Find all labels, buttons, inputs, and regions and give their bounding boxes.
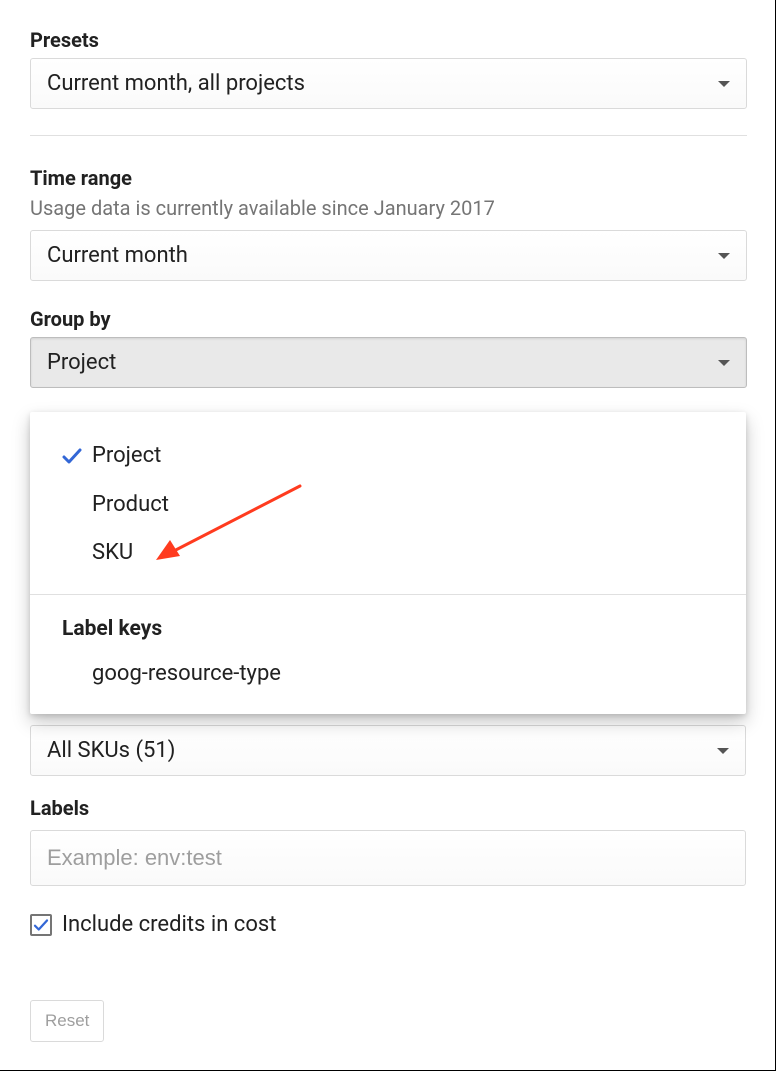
- skus-select[interactable]: All SKUs (51): [30, 725, 746, 776]
- label-keys-header: Label keys: [30, 607, 746, 651]
- group-by-option-project[interactable]: Project: [30, 432, 746, 481]
- divider: [30, 135, 747, 136]
- include-credits-checkbox[interactable]: [30, 914, 52, 936]
- presets-select[interactable]: Current month, all projects: [30, 58, 747, 109]
- filters-panel: Presets Current month, all projects Time…: [0, 0, 776, 1071]
- group-by-option-sku[interactable]: SKU: [30, 529, 746, 578]
- presets-section: Presets Current month, all projects: [30, 28, 747, 109]
- labels-input[interactable]: [30, 830, 746, 886]
- group-by-label: Group by: [30, 307, 747, 331]
- label-key-option[interactable]: goog-resource-type: [30, 651, 746, 696]
- group-by-option-product[interactable]: Product: [30, 481, 746, 530]
- chevron-down-icon: [718, 81, 730, 87]
- group-by-section: Group by Project: [30, 307, 747, 388]
- labels-label: Labels: [30, 796, 746, 820]
- chevron-down-icon: [718, 360, 730, 366]
- menu-divider: [30, 594, 746, 595]
- group-by-select[interactable]: Project: [30, 337, 747, 388]
- group-by-option-label: Product: [92, 491, 169, 520]
- check-icon: [32, 916, 50, 934]
- group-by-dropdown-menu: Project Product SKU Label keys goog-reso…: [30, 412, 746, 714]
- check-icon: [52, 444, 92, 468]
- time-range-select[interactable]: Current month: [30, 230, 747, 281]
- time-range-sublabel: Usage data is currently available since …: [30, 196, 747, 220]
- labels-section: Labels: [30, 796, 746, 886]
- skus-section: All SKUs (51): [30, 725, 746, 776]
- chevron-down-icon: [717, 748, 729, 754]
- presets-label: Presets: [30, 28, 747, 52]
- time-range-value: Current month: [47, 243, 188, 268]
- include-credits-label: Include credits in cost: [62, 912, 276, 937]
- reset-button[interactable]: Reset: [30, 1000, 104, 1042]
- group-by-value: Project: [47, 350, 116, 375]
- group-by-option-label: SKU: [92, 539, 133, 568]
- skus-value: All SKUs (51): [47, 738, 175, 763]
- group-by-option-label: Project: [92, 442, 161, 471]
- time-range-label: Time range: [30, 166, 747, 190]
- chevron-down-icon: [718, 253, 730, 259]
- include-credits-row[interactable]: Include credits in cost: [30, 912, 276, 937]
- time-range-section: Time range Usage data is currently avail…: [30, 166, 747, 281]
- presets-value: Current month, all projects: [47, 71, 305, 96]
